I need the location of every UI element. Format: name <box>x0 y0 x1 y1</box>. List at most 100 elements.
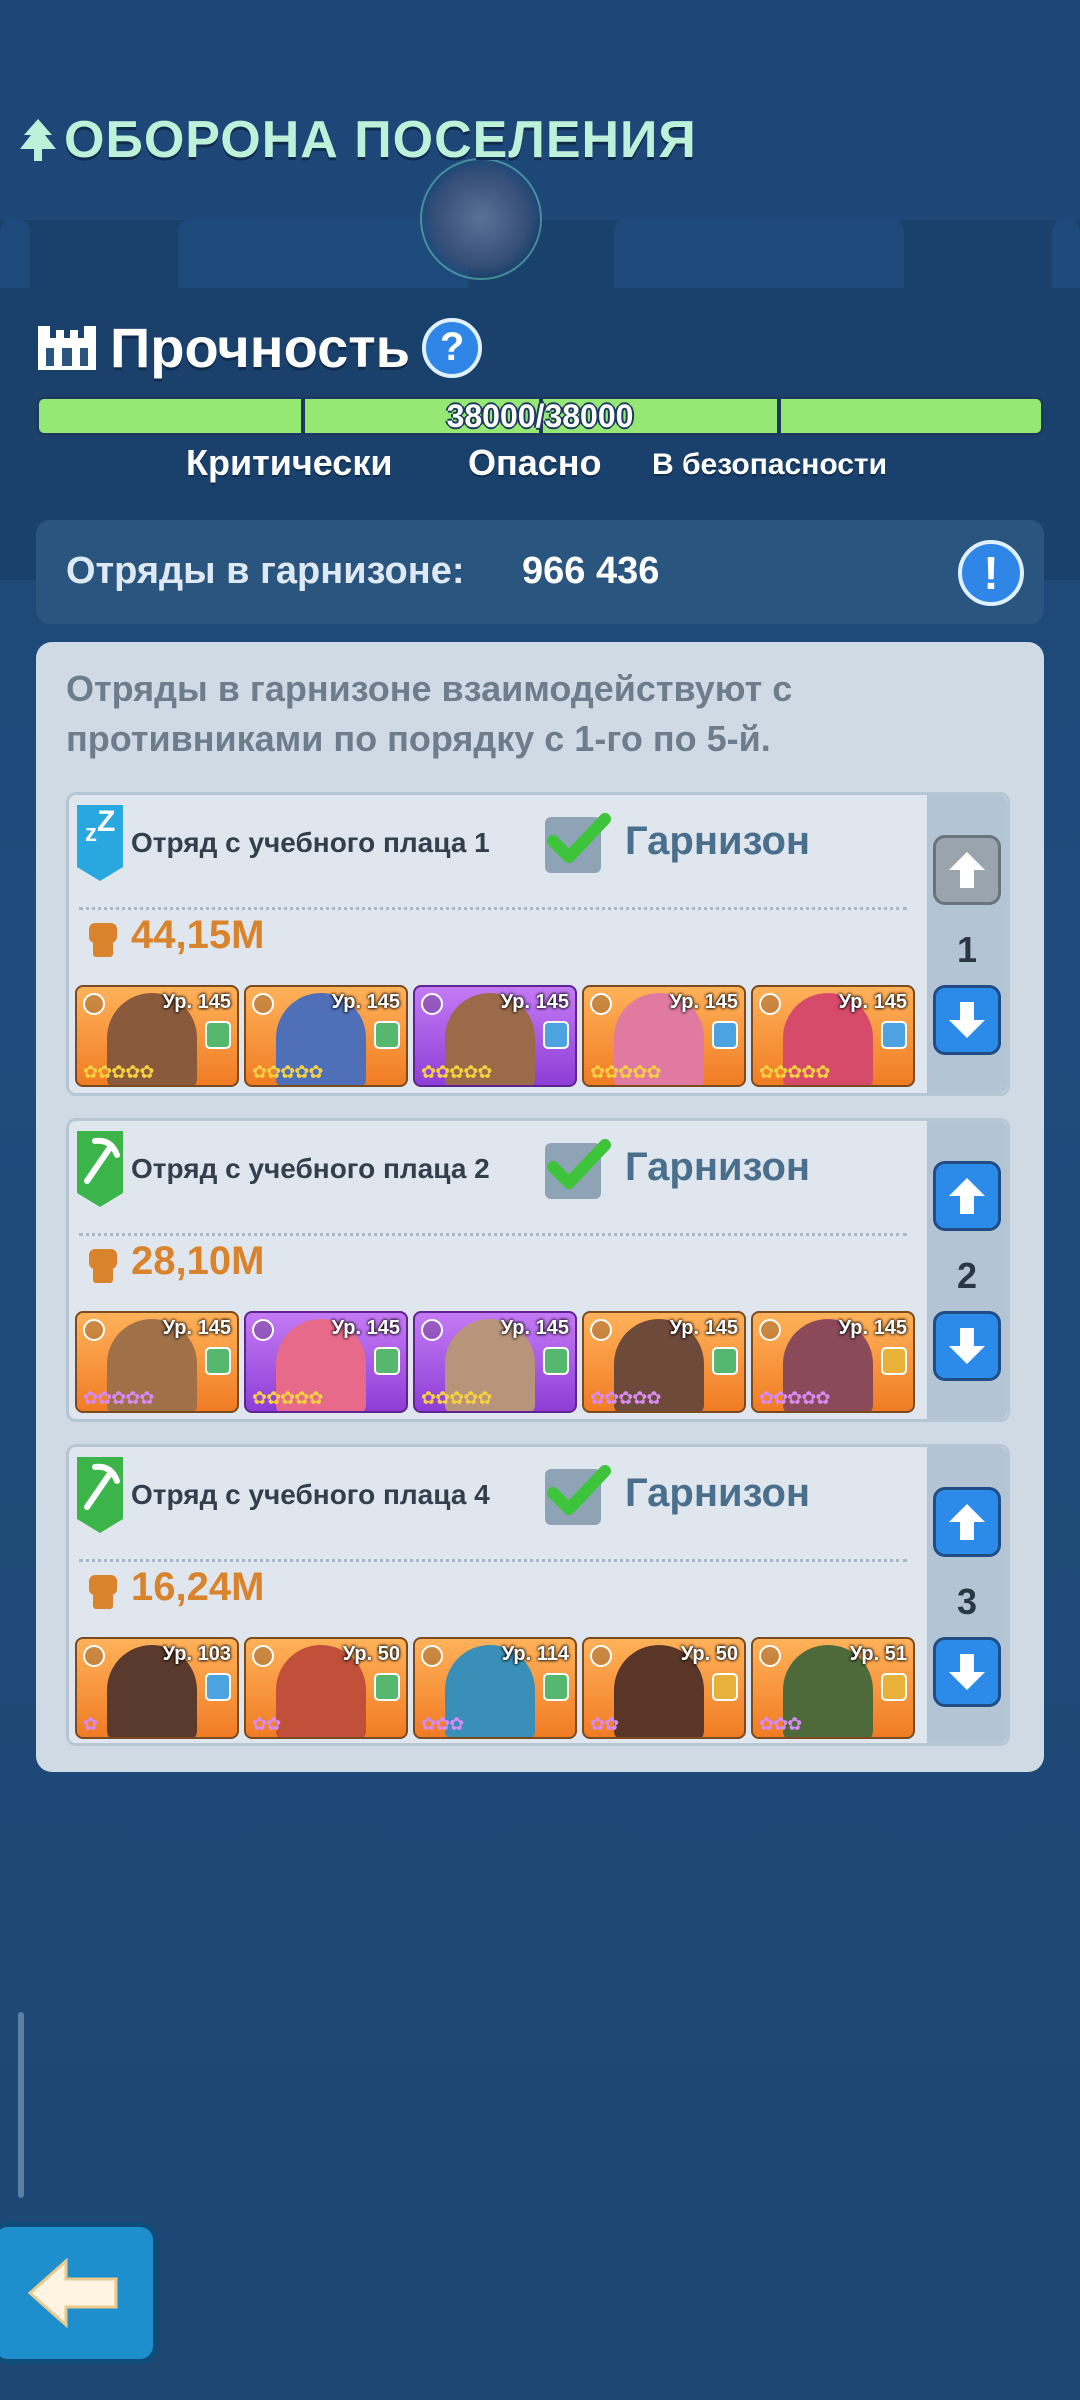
divider <box>79 1233 907 1236</box>
zone-safe-label: В безопасности <box>652 448 888 481</box>
hero-card[interactable]: Ур. 50 ✿✿ <box>244 1637 408 1739</box>
hero-card[interactable]: Ур. 51 ✿✿✿ <box>751 1637 915 1739</box>
squad-power: 44,15M <box>131 913 265 957</box>
gun-icon <box>421 993 443 1015</box>
shield-icon <box>83 993 105 1015</box>
order-controls: 1 <box>927 795 1007 1093</box>
hero-level: Ур. 145 <box>162 1317 231 1339</box>
squad-order-number: 1 <box>956 929 978 970</box>
garrison-summary: Отряды в гарнизоне: 966 436 ! <box>36 520 1044 624</box>
move-down-button[interactable] <box>933 1311 1001 1381</box>
squad-name: Отряд с учебного плаца 1 <box>131 827 490 858</box>
hero-card[interactable]: Ур. 145 ✿✿✿✿✿ <box>244 985 408 1087</box>
element-icon <box>543 1347 569 1375</box>
hero-card[interactable]: Ур. 145 ✿✿✿✿✿ <box>751 985 915 1087</box>
squad-info: z Z Отряд с учебного плаца 1 Гарнизон 44… <box>69 795 927 1093</box>
star-icon: ✿✿✿✿✿ <box>759 1062 830 1082</box>
star-icon: ✿✿✿✿✿ <box>421 1062 492 1082</box>
garrison-checkbox[interactable] <box>545 1139 611 1199</box>
hero-level: Ур. 50 <box>680 1643 738 1665</box>
pickaxe-icon <box>77 1131 123 1207</box>
squad-status: Гарнизон <box>625 1471 811 1515</box>
divider <box>79 1559 907 1562</box>
scrollbar[interactable] <box>18 2012 24 2198</box>
star-icon: ✿✿✿ <box>421 1714 464 1734</box>
squad-card: z Z Отряд с учебного плаца 1 Гарнизон 44… <box>66 792 1010 1096</box>
fist-icon <box>89 1575 117 1609</box>
arrow-up-icon <box>949 852 985 888</box>
squads-panel: Отряды в гарнизоне взаимодействуют с про… <box>36 642 1044 1772</box>
element-icon <box>205 1021 231 1049</box>
element-icon <box>712 1347 738 1375</box>
castle-icon <box>38 325 96 370</box>
gun-icon <box>590 1645 612 1667</box>
star-icon: ✿✿✿✿✿ <box>421 1388 492 1408</box>
element-icon <box>205 1673 231 1701</box>
gun-icon <box>252 1319 274 1341</box>
wall-merlon <box>614 218 904 288</box>
pickaxe-icon <box>77 1457 123 1533</box>
garrison-checkbox[interactable] <box>545 813 611 873</box>
star-icon: ✿✿✿✿✿ <box>83 1388 154 1408</box>
squad-order-number: 2 <box>956 1255 978 1296</box>
move-down-button[interactable] <box>933 985 1001 1055</box>
gun-icon <box>421 1319 443 1341</box>
star-icon: ✿✿✿✿✿ <box>590 1062 661 1082</box>
shield-icon <box>83 1645 105 1667</box>
defense-orb <box>420 158 542 280</box>
star-icon: ✿ <box>83 1714 98 1734</box>
move-up-button[interactable] <box>933 1161 1001 1231</box>
hero-list: Ур. 103 ✿ Ур. 50 ✿✿ Ур. 114 ✿✿✿ Ур. 50 ✿✿ Ур… <box>75 1637 915 1739</box>
star-icon: ✿✿ <box>252 1714 281 1734</box>
hero-level: Ур. 145 <box>838 1317 907 1339</box>
hero-level: Ур. 145 <box>331 1317 400 1339</box>
hero-card[interactable]: Ур. 145 ✿✿✿✿✿ <box>75 1311 239 1413</box>
durability-header: Прочность ? <box>36 315 483 380</box>
garrison-info-button[interactable]: ! <box>958 540 1024 606</box>
checkmark-icon <box>547 1465 611 1515</box>
divider <box>79 907 907 910</box>
hero-card[interactable]: Ур. 145 ✿✿✿✿✿ <box>75 985 239 1087</box>
hero-card[interactable]: Ур. 145 ✿✿✿✿✿ <box>582 985 746 1087</box>
hero-level: Ур. 145 <box>838 991 907 1013</box>
squad-power: 28,10M <box>131 1239 265 1283</box>
hero-level: Ур. 50 <box>342 1643 400 1665</box>
move-up-button[interactable] <box>933 835 1001 905</box>
hero-card[interactable]: Ур. 145 ✿✿✿✿✿ <box>413 985 577 1087</box>
star-icon: ✿✿✿✿✿ <box>590 1388 661 1408</box>
garrison-checkbox[interactable] <box>545 1465 611 1525</box>
gun-icon <box>590 993 612 1015</box>
hero-card[interactable]: Ур. 145 ✿✿✿✿✿ <box>413 1311 577 1413</box>
hero-card[interactable]: Ур. 50 ✿✿ <box>582 1637 746 1739</box>
garrison-value: 966 436 <box>522 550 660 592</box>
move-up-button[interactable] <box>933 1487 1001 1557</box>
gun-icon <box>759 1319 781 1341</box>
zone-critical-label: Критически <box>186 442 393 483</box>
hero-card[interactable]: Ур. 103 ✿ <box>75 1637 239 1739</box>
element-icon <box>881 1347 907 1375</box>
durability-help-button[interactable]: ? <box>422 317 483 378</box>
squad-name: Отряд с учебного плаца 2 <box>131 1153 490 1184</box>
hero-card[interactable]: Ур. 145 ✿✿✿✿✿ <box>582 1311 746 1413</box>
back-button[interactable] <box>0 2222 158 2364</box>
page-title: ОБОРОНА ПОСЕЛЕНИЯ <box>64 111 697 169</box>
move-down-button[interactable] <box>933 1637 1001 1707</box>
arrow-up-icon <box>949 1178 985 1214</box>
star-icon: ✿✿✿✿✿ <box>759 1388 830 1408</box>
order-controls: 3 <box>927 1447 1007 1743</box>
hero-level: Ур. 145 <box>331 991 400 1013</box>
wall-merlon <box>1052 218 1080 288</box>
hero-level: Ур. 145 <box>500 1317 569 1339</box>
durability-bar: 38000/38000 <box>36 396 1044 436</box>
zone-danger-label: Опасно <box>468 442 602 483</box>
hero-card[interactable]: Ур. 145 ✿✿✿✿✿ <box>244 1311 408 1413</box>
wall-merlon <box>0 218 30 288</box>
element-icon <box>712 1673 738 1701</box>
fist-icon <box>89 1249 117 1283</box>
hero-level: Ур. 145 <box>162 991 231 1013</box>
star-icon: ✿✿✿✿✿ <box>252 1388 323 1408</box>
element-icon <box>374 1347 400 1375</box>
panel-description: Отряды в гарнизоне взаимодействуют с про… <box>66 668 793 759</box>
hero-card[interactable]: Ур. 145 ✿✿✿✿✿ <box>751 1311 915 1413</box>
hero-card[interactable]: Ур. 114 ✿✿✿ <box>413 1637 577 1739</box>
